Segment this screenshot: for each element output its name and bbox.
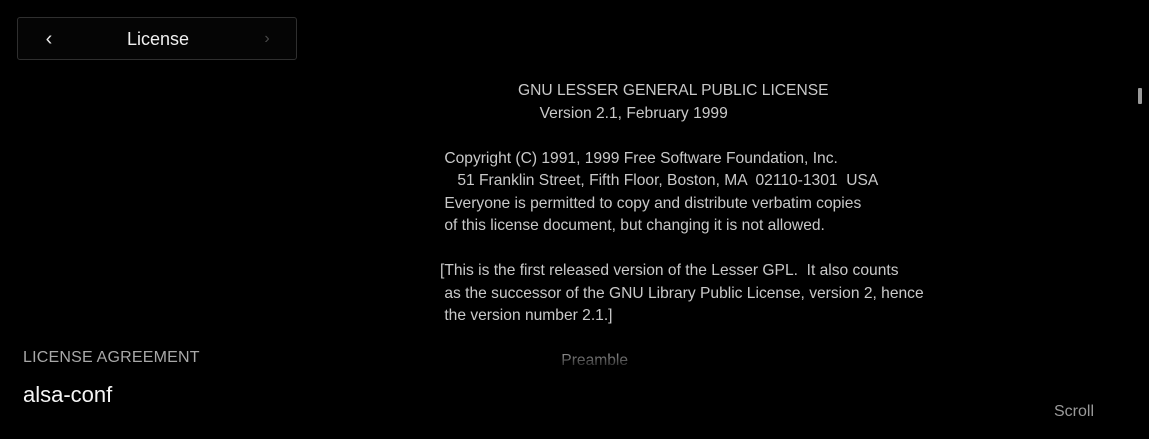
license-text-view[interactable]: GNU LESSER GENERAL PUBLIC LICENSE Versio… [440, 80, 1140, 372]
package-name: alsa-conf [23, 382, 113, 407]
section-label: LICENSE AGREEMENT [23, 349, 200, 366]
nav-title: License [126, 29, 190, 49]
license-text: GNU LESSER GENERAL PUBLIC LICENSE Versio… [440, 82, 924, 369]
chevron-left-icon[interactable]: ‹ [38, 26, 60, 52]
scroll-hint: Scroll [1054, 403, 1095, 420]
chevron-right-icon: › [264, 30, 270, 47]
scrollbar-thumb[interactable] [1138, 88, 1142, 104]
license-scrollbar[interactable] [1138, 82, 1144, 372]
license-nav-bar: ‹ License › [17, 17, 297, 60]
